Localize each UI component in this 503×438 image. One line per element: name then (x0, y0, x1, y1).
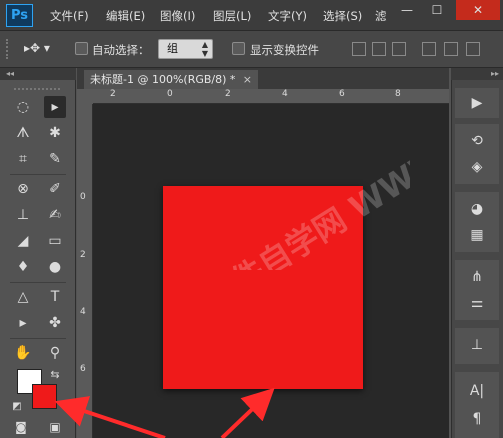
auto-select-value: 组 (167, 42, 178, 55)
tool-separator (10, 282, 66, 283)
menu-edit[interactable]: 编辑(E) (106, 8, 145, 24)
canvas-area[interactable] (93, 104, 449, 438)
background-color-swatch[interactable] (32, 384, 57, 409)
menu-layer[interactable]: 图层(L) (213, 8, 251, 24)
history-icon[interactable]: ⟲ (461, 130, 493, 152)
options-bar-grip[interactable] (6, 39, 10, 59)
type-icon[interactable]: T (44, 286, 66, 308)
default-colors-icon[interactable]: ◩ (6, 396, 28, 418)
align-right-icon[interactable] (466, 42, 480, 56)
red-square-layer[interactable] (163, 186, 363, 389)
quick-mask-icon[interactable]: ◙ (10, 416, 32, 438)
move-icon[interactable]: ▸ (44, 96, 66, 118)
brush-presets-icon[interactable]: ⋔ (461, 266, 493, 288)
magic-wand-icon[interactable]: ✱ (44, 122, 66, 144)
tool-separator (10, 174, 66, 175)
auto-select-dropdown[interactable]: 组 ▲ ▼ (158, 39, 213, 59)
auto-select-label: 自动选择： (92, 43, 150, 57)
dock-group: ⊥ (455, 328, 499, 364)
eraser-icon[interactable]: ◢ (12, 230, 34, 252)
document-tab-bar: 未标题-1 @ 100%(RGB/8) * × (77, 68, 449, 89)
ruler-tick-label: 6 (80, 364, 86, 374)
ruler-tick-label: 2 (110, 89, 116, 99)
dock-group: ◕ ▦ (455, 192, 499, 252)
ruler-tick-label: 2 (80, 250, 86, 260)
menu-type[interactable]: 文字(Y) (268, 8, 307, 24)
3d-icon[interactable]: ◈ (461, 156, 493, 178)
align-left-icon[interactable] (422, 42, 436, 56)
menu-image[interactable]: 图像(I) (160, 8, 195, 24)
ruler-tick-label: 4 (80, 307, 86, 317)
crop-icon[interactable]: ⌗ (12, 148, 34, 170)
rect-marquee-icon[interactable]: ◌ (12, 96, 34, 118)
panel-dock: ▶ ⟲ ◈ ◕ ▦ ⋔ ⚌ ⊥ A| ¶ (451, 80, 503, 438)
document-tab[interactable]: 未标题-1 @ 100%(RGB/8) * × (84, 70, 258, 89)
toolbox-header[interactable]: ◂◂ (0, 68, 76, 80)
history-brush-icon[interactable]: ✍ (44, 204, 66, 226)
swap-colors-icon[interactable]: ⇆ (44, 364, 66, 386)
options-bar: ▸✥ ▾ 自动选择： 组 ▲ ▼ 显示变换控件 (0, 31, 503, 68)
document-tab-title: 未标题-1 @ 100%(RGB/8) * (90, 73, 236, 86)
pen-icon[interactable]: △ (12, 286, 34, 308)
align-top-icon[interactable] (352, 42, 366, 56)
menu-bar: Ps 文件(F) 编辑(E) 图像(I) 图层(L) 文字(Y) 选择(S) 滤… (0, 0, 503, 31)
gradient-icon[interactable]: ▭ (44, 230, 66, 252)
maximize-button[interactable]: ☐ (422, 0, 452, 20)
tool-separator (10, 338, 66, 339)
screen-mode-icon[interactable]: ▣ (44, 416, 66, 438)
menu-filter[interactable]: 滤 (375, 8, 387, 24)
dock-group: ⟲ ◈ (455, 124, 499, 184)
ruler-tick-label: 0 (167, 89, 173, 99)
play-icon[interactable]: ▶ (461, 92, 493, 114)
ruler-tick-label: 8 (395, 89, 401, 99)
dock-group: ▶ (455, 88, 499, 118)
vertical-ruler[interactable]: 0 2 4 6 (77, 104, 93, 438)
align-hcenter-icon[interactable] (444, 42, 458, 56)
ruler-tick-label: 6 (339, 89, 345, 99)
tool-preset-picker[interactable]: ▸✥ ▾ (24, 41, 64, 59)
ruler-origin[interactable] (77, 89, 93, 104)
color-palette-icon[interactable]: ◕ (461, 198, 493, 220)
clone-stamp-icon[interactable]: ⊥ (12, 204, 34, 226)
swatches-icon[interactable]: ▦ (461, 224, 493, 246)
auto-select-checkbox[interactable] (75, 42, 88, 55)
hand-icon[interactable]: ✋ (12, 342, 34, 364)
eyedropper-icon[interactable]: ✎ (44, 148, 66, 170)
custom-shape-icon[interactable]: ✤ (44, 312, 66, 334)
show-transform-checkbox[interactable] (232, 42, 245, 55)
photoshop-logo: Ps (6, 4, 33, 27)
minimize-button[interactable]: — (392, 0, 422, 20)
horizontal-ruler[interactable]: 2 0 2 4 6 8 (93, 89, 449, 104)
align-vcenter-icon[interactable] (372, 42, 386, 56)
dropdown-arrows-icon: ▲ ▼ (201, 40, 208, 58)
dock-group: A| ¶ (455, 372, 499, 438)
close-tab-icon[interactable]: × (243, 70, 252, 89)
align-bottom-icon[interactable] (392, 42, 406, 56)
lasso-icon[interactable]: ᗑ (12, 122, 34, 144)
dock-group: ⋔ ⚌ (455, 260, 499, 320)
ruler-tick-label: 0 (80, 192, 86, 202)
character-icon[interactable]: A| (461, 380, 493, 402)
healing-brush-icon[interactable]: ⊗ (12, 178, 34, 200)
blur-icon[interactable]: ♦ (12, 256, 34, 278)
ruler-tick-label: 4 (282, 89, 288, 99)
menu-file[interactable]: 文件(F) (50, 8, 89, 24)
brush-icon[interactable]: ✐ (44, 178, 66, 200)
styles-icon[interactable]: ⊥ (461, 334, 493, 356)
toolbox-grip[interactable] (14, 88, 60, 91)
dodge-icon[interactable]: ● (44, 256, 66, 278)
ruler-tick-label: 2 (225, 89, 231, 99)
adjustments-icon[interactable]: ⚌ (461, 292, 493, 314)
close-button[interactable]: ✕ (456, 0, 500, 20)
menu-select[interactable]: 选择(S) (323, 8, 362, 24)
zoom-icon[interactable]: ⚲ (44, 342, 66, 364)
show-transform-label: 显示变换控件 (250, 43, 319, 57)
dock-header[interactable]: ▸▸ (451, 68, 503, 80)
path-select-icon[interactable]: ▸ (12, 312, 34, 334)
paragraph-icon[interactable]: ¶ (461, 408, 493, 430)
